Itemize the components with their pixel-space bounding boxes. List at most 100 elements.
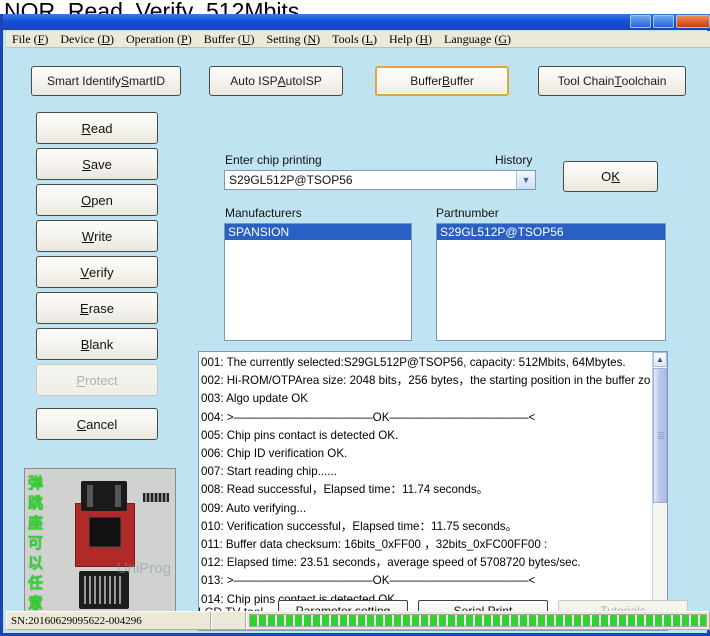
btn-post-erase: rase [88, 300, 114, 316]
btn-accel-erase: E [80, 300, 89, 316]
tab-label-buffer-post: uffer [450, 74, 474, 88]
window-controls [630, 15, 710, 28]
socket-chip [89, 517, 121, 547]
menu-item-language[interactable]: Language (G) [438, 31, 517, 47]
tab-buffer[interactable]: Buffer Buffer [375, 66, 509, 96]
btn-post-verify: erify [89, 264, 114, 280]
menu-label-tools: Tools [332, 32, 359, 46]
btn-post-protect: rotect [85, 372, 118, 388]
log-line: 010: Verification successful，Elapsed tim… [201, 519, 518, 533]
btn-accel-protect: P [76, 372, 86, 388]
ok-accel: K [611, 169, 620, 184]
partnumber-label: Partnumber [436, 206, 499, 220]
menu-item-setting[interactable]: Setting (N) [260, 31, 326, 47]
menu-accel-help: H [419, 32, 428, 46]
menu-label-device: Device [60, 32, 95, 46]
menu-accel-tools: L [365, 32, 373, 46]
list-item[interactable]: S29GL512P@TSOP56 [437, 224, 665, 240]
btn-post-blank: lank [89, 336, 114, 352]
btn-accel-cancel: C [76, 416, 87, 432]
socket-top-clamp [81, 481, 127, 511]
content-area: Smart Identify SmartID Auto ISP AutoISP … [6, 48, 710, 631]
ok-button[interactable]: OK [563, 161, 658, 192]
socket-pins [84, 576, 124, 604]
menu-item-help[interactable]: Help (H) [383, 31, 438, 47]
main-window-frame: File (F) Device (D) Operation (P) Buffer… [0, 14, 710, 636]
sidebar-item-blank[interactable]: Blank [36, 328, 158, 360]
log-vertical-scrollbar[interactable]: ▲ ▼ [652, 352, 667, 615]
manufacturers-listbox[interactable]: SPANSION [224, 223, 412, 341]
enter-chip-printing-label: Enter chip printing [225, 153, 322, 167]
chevron-down-icon[interactable]: ▼ [516, 171, 535, 189]
btn-accel-read: R [81, 120, 91, 136]
tab-label-auto-isp-post: utoISP [285, 74, 322, 88]
menu-label-file: File [12, 32, 31, 46]
log-line: 008: Read successful，Elapsed time：11.74 … [201, 483, 489, 497]
btn-post-open: pen [91, 192, 113, 208]
scroll-grip-icon [658, 431, 664, 440]
log-line: 001: The currently selected:S29GL512P@TS… [201, 356, 626, 369]
menu-label-setting: Setting [266, 32, 301, 46]
minimize-icon[interactable] [630, 15, 651, 28]
chip-part-combobox[interactable]: S29GL512P@TSOP56 ▼ [224, 170, 536, 190]
ok-pre: O [601, 169, 612, 184]
log-line: 007: Start reading chip...... [201, 465, 337, 479]
btn-accel-verify: V [80, 264, 90, 280]
vertical-scroll-thumb[interactable] [653, 368, 667, 503]
log-line: 009: Auto verifying... [201, 501, 307, 515]
manufacturers-label: Manufacturers [225, 206, 302, 220]
photo-caption: 弹跳座可以任意摆放 [28, 474, 44, 619]
close-icon[interactable] [676, 15, 710, 28]
sidebar-item-erase[interactable]: Erase [36, 292, 158, 324]
list-item[interactable]: SPANSION [225, 224, 411, 240]
status-progress-cell [246, 611, 710, 630]
btn-accel-save: S [82, 156, 91, 172]
tab-accel-auto-isp: A [277, 74, 286, 88]
scroll-up-icon[interactable]: ▲ [653, 352, 667, 367]
sidebar-item-cancel[interactable]: Cancel [36, 408, 158, 440]
tab-row: Smart Identify SmartID Auto ISP AutoISP … [6, 66, 710, 98]
menu-item-buffer[interactable]: Buffer (U) [198, 31, 261, 47]
menu-label-help: Help [389, 32, 413, 46]
sidebar-item-open[interactable]: Open [36, 184, 158, 216]
tab-label-auto-isp-pre: Auto ISP [230, 74, 278, 88]
partnumber-listbox[interactable]: S29GL512P@TSOP56 [436, 223, 666, 341]
sidebar-item-save[interactable]: Save [36, 148, 158, 180]
menu-item-file[interactable]: File (F) [6, 31, 54, 47]
log-text: 001: The currently selected:S29GL512P@TS… [201, 354, 653, 630]
log-line: 003: Algo update OK [201, 392, 309, 406]
menu-accel-file: F [37, 32, 45, 46]
tab-label-smart-identify-post: martID [129, 74, 166, 88]
log-line: 002: Hi-ROM/OTPArea size: 2048 bits，256 … [201, 374, 651, 388]
log-line: 012: Elapsed time: 23.51 seconds，average… [201, 556, 581, 570]
chip-part-value: S29GL512P@TSOP56 [229, 173, 353, 187]
application-window: NOR_Read_Verify_512Mbits File (F) Device… [0, 0, 710, 636]
menu-item-tools[interactable]: Tools (L) [326, 31, 383, 47]
btn-accel-blank: B [80, 336, 90, 352]
tab-accel-buffer: B [442, 74, 451, 88]
log-line: 006: Chip ID verification OK. [201, 447, 348, 461]
btn-post-read: ead [90, 120, 113, 136]
tab-auto-isp[interactable]: Auto ISP AutoISP [209, 66, 343, 96]
tab-smart-identify[interactable]: Smart Identify SmartID [31, 66, 181, 96]
sidebar-item-verify[interactable]: Verify [36, 256, 158, 288]
log-line: 005: Chip pins contact is detected OK. [201, 428, 399, 442]
status-spacer [211, 611, 246, 630]
menu-label-language: Language [444, 32, 492, 46]
tab-accel-tool-chain: T [614, 74, 622, 88]
log-output-panel[interactable]: 001: The currently selected:S29GL512P@TS… [198, 351, 668, 631]
menu-accel-setting: N [307, 32, 317, 46]
tab-tool-chain[interactable]: Tool Chain Toolchain [538, 66, 686, 96]
sidebar-item-protect: Protect [36, 364, 158, 396]
menu-bar: File (F) Device (D) Operation (P) Buffer… [6, 31, 710, 48]
sidebar-item-write[interactable]: Write [36, 220, 158, 252]
menu-item-operation[interactable]: Operation (P) [120, 31, 198, 47]
progress-bar [249, 614, 707, 627]
btn-post-cancel: ancel [86, 416, 118, 432]
menu-item-device[interactable]: Device (D) [54, 31, 120, 47]
menu-accel-device: D [101, 32, 111, 46]
sidebar-item-read[interactable]: Read [36, 112, 158, 144]
menu-label-buffer: Buffer [203, 32, 235, 46]
maximize-icon[interactable] [653, 15, 674, 28]
status-bar: SN:20160629095622-004296 [6, 611, 710, 630]
